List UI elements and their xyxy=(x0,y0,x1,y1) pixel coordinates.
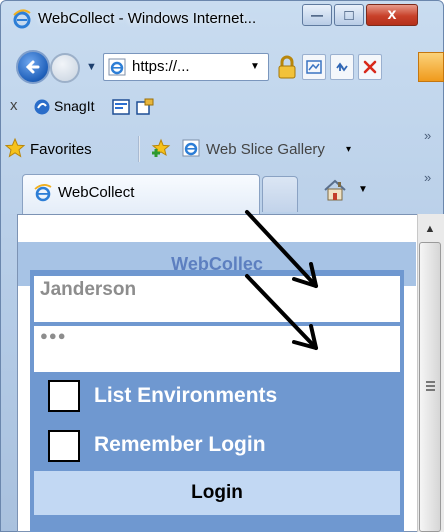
scrollbar-grip xyxy=(426,385,435,387)
list-environments-checkbox[interactable] xyxy=(48,380,80,412)
maximize-button[interactable]: □ xyxy=(334,4,364,26)
favorites-separator xyxy=(138,136,140,162)
address-url[interactable]: https://... xyxy=(132,58,190,75)
add-to-favorites-icon[interactable] xyxy=(150,137,172,159)
stop-button[interactable] xyxy=(358,54,382,80)
web-slice-gallery-link[interactable]: Web Slice Gallery xyxy=(206,141,325,158)
list-environments-label[interactable]: List Environments xyxy=(94,384,277,408)
stop-icon xyxy=(363,60,377,74)
refresh-button[interactable] xyxy=(330,54,354,80)
close-toolbar-icon[interactable]: x xyxy=(10,97,18,114)
minimize-icon: — xyxy=(311,8,323,22)
recent-pages-dropdown-icon[interactable]: ▼ xyxy=(86,61,97,73)
lock-icon[interactable] xyxy=(276,54,298,80)
refresh-icon xyxy=(336,62,348,72)
window-title: WebCollect - Windows Internet... xyxy=(38,10,257,27)
scrollbar-grip xyxy=(426,381,435,383)
close-icon: x xyxy=(387,6,397,23)
remember-login-label[interactable]: Remember Login xyxy=(94,433,266,457)
tab-label[interactable]: WebCollect xyxy=(58,184,134,201)
compatibility-view-button[interactable] xyxy=(302,54,326,80)
minimize-button[interactable]: — xyxy=(302,4,332,26)
new-tab-button[interactable] xyxy=(262,176,298,212)
password-field[interactable] xyxy=(34,326,400,372)
search-provider-icon[interactable] xyxy=(418,52,444,82)
back-button[interactable] xyxy=(16,50,50,84)
favorites-more-chevron-icon[interactable]: » xyxy=(424,128,431,143)
snagit-icon[interactable] xyxy=(33,98,51,116)
page-ie-icon xyxy=(108,58,126,76)
login-button-label: Login xyxy=(191,482,243,503)
login-button[interactable]: Login xyxy=(34,471,400,515)
password-mask[interactable]: ●●● xyxy=(40,328,67,343)
home-icon[interactable] xyxy=(322,178,348,202)
forward-button[interactable] xyxy=(50,53,80,83)
username-value[interactable]: Janderson xyxy=(40,279,136,301)
remember-login-checkbox[interactable] xyxy=(48,430,80,462)
maximize-icon: □ xyxy=(344,6,354,24)
scrollbar-thumb[interactable] xyxy=(419,242,441,532)
scrollbar-grip xyxy=(426,389,435,391)
snagit-capture-icon[interactable] xyxy=(112,98,130,116)
address-dropdown-icon[interactable]: ▼ xyxy=(250,61,260,72)
home-dropdown-icon[interactable]: ▼ xyxy=(358,184,368,195)
ie-logo-icon xyxy=(13,9,31,29)
snagit-edit-icon[interactable] xyxy=(136,98,154,116)
favorites-star-icon[interactable] xyxy=(4,137,26,159)
compatibility-view-icon xyxy=(306,60,322,74)
toolbar-more-chevron-icon[interactable]: » xyxy=(424,170,431,185)
web-slice-ie-icon xyxy=(182,139,200,157)
snagit-label[interactable]: SnagIt xyxy=(54,98,94,114)
favorites-button[interactable]: Favorites xyxy=(30,141,92,158)
tab-ie-icon xyxy=(34,184,52,202)
back-arrow-icon xyxy=(25,60,40,74)
close-window-button[interactable]: x xyxy=(366,4,418,26)
web-slice-dropdown-icon[interactable]: ▾ xyxy=(346,144,351,155)
scroll-up-arrow-icon[interactable]: ▲ xyxy=(419,218,441,240)
